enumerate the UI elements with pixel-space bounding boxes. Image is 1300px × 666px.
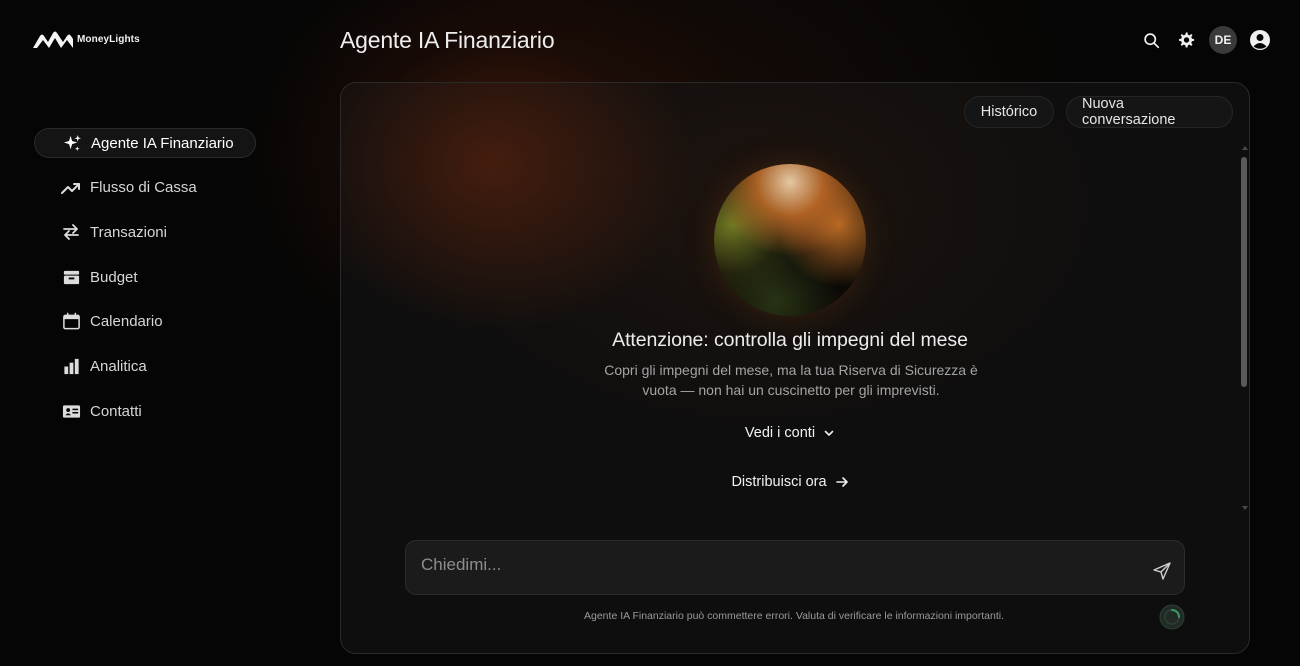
sidebar-item-label: Agente IA Finanziario bbox=[91, 134, 234, 152]
app-root: MoneyLights Agente IA Finanziario Flusso… bbox=[0, 0, 1300, 666]
sidebar-item-budget[interactable]: Budget bbox=[34, 262, 256, 292]
loading-spinner-icon bbox=[1159, 604, 1185, 630]
chevron-down-icon bbox=[824, 430, 834, 436]
chat-input-box bbox=[405, 540, 1185, 595]
send-icon[interactable] bbox=[1152, 561, 1172, 581]
chat-input[interactable] bbox=[419, 551, 1123, 579]
sidebar-item-transazioni[interactable]: Transazioni bbox=[34, 217, 256, 247]
sidebar-item-calendario[interactable]: Calendario bbox=[34, 307, 256, 337]
scroll-up-arrow-icon[interactable] bbox=[1241, 145, 1249, 151]
wallet-icon bbox=[61, 267, 81, 287]
chat-panel: Histórico Nuova conversazione Attenzione… bbox=[340, 82, 1250, 654]
distribute-now-label: Distribuisci ora bbox=[731, 474, 827, 490]
user-circle-icon[interactable] bbox=[1248, 28, 1272, 52]
sidebar-item-label: Calendario bbox=[90, 313, 163, 331]
page-title: Agente IA Finanziario bbox=[340, 27, 555, 53]
brand-logo[interactable]: MoneyLights bbox=[33, 28, 140, 50]
sidebar-item-label: Budget bbox=[90, 268, 138, 286]
calendar-icon bbox=[61, 312, 81, 332]
insight-description: Copri gli impegni del mese, ma la tua Ri… bbox=[604, 362, 978, 398]
sidebar-item-label: Contatti bbox=[90, 402, 142, 420]
sparkles-icon bbox=[62, 133, 82, 153]
sidebar-nav: Agente IA Finanziario Flusso di Cassa Tr… bbox=[34, 128, 256, 441]
trending-up-icon bbox=[61, 178, 81, 198]
ai-disclaimer: Agente IA Finanziario può commettere err… bbox=[584, 610, 1004, 622]
top-toolbar: DE bbox=[1128, 26, 1272, 54]
gear-icon[interactable] bbox=[1174, 28, 1198, 52]
contact-card-icon bbox=[61, 401, 81, 421]
sidebar-item-label: Analitica bbox=[90, 357, 147, 375]
history-button[interactable]: Histórico bbox=[964, 96, 1054, 128]
sidebar-item-agente-ia[interactable]: Agente IA Finanziario bbox=[34, 128, 256, 158]
distribute-now-link[interactable]: Distribuisci ora bbox=[341, 474, 1239, 490]
logo-mark-icon bbox=[33, 31, 73, 48]
view-accounts-link[interactable]: Vedi i conti bbox=[341, 425, 1239, 441]
view-accounts-label: Vedi i conti bbox=[744, 425, 816, 441]
ai-orb-graphic bbox=[714, 164, 866, 316]
swap-arrows-icon bbox=[61, 222, 81, 242]
new-conversation-button[interactable]: Nuova conversazione bbox=[1066, 96, 1233, 128]
user-avatar[interactable]: DE bbox=[1209, 26, 1237, 54]
sidebar-item-contatti[interactable]: Contatti bbox=[34, 396, 256, 426]
sidebar-item-analitica[interactable]: Analitica bbox=[34, 351, 256, 381]
insight-headline: Attenzione: controlla gli impegni del me… bbox=[612, 329, 968, 351]
brand-name: MoneyLights bbox=[77, 33, 140, 45]
search-icon[interactable] bbox=[1139, 28, 1163, 52]
scroll-down-arrow-icon[interactable] bbox=[1241, 505, 1249, 511]
bar-chart-icon bbox=[61, 356, 81, 376]
sidebar-item-label: Transazioni bbox=[90, 223, 167, 241]
sidebar-item-flusso-di-cassa[interactable]: Flusso di Cassa bbox=[34, 173, 256, 203]
sidebar-item-label: Flusso di Cassa bbox=[90, 179, 197, 197]
arrow-right-icon bbox=[835, 477, 848, 487]
scrollbar-thumb[interactable] bbox=[1241, 157, 1247, 387]
